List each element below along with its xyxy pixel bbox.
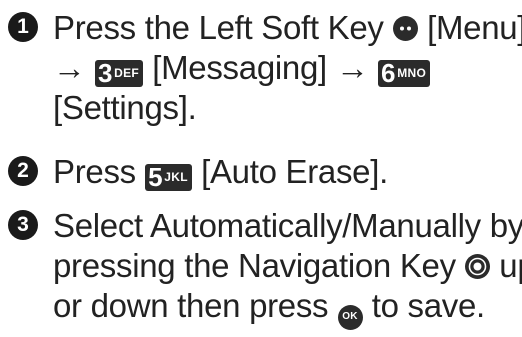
instruction-text: Press the Left Soft Key (53, 9, 384, 46)
key-5-icon: 5 JKL (145, 162, 192, 192)
instruction-text: or down then press (53, 287, 329, 324)
settings-label: [Settings]. (53, 89, 197, 126)
key-digit: 3 (97, 58, 113, 88)
key-digit: 6 (381, 58, 396, 88)
step-line: Select Automatically/Manually by (53, 206, 522, 246)
arrow-icon: → (53, 49, 86, 86)
step-line: Press the Left Soft Key [Menu] (53, 8, 522, 48)
step-line: [Settings]. (53, 88, 520, 128)
instruction-text: pressing the Navigation Key (53, 247, 456, 284)
key-3-icon: 3 DEF (94, 58, 144, 88)
messaging-label: [Messaging] (152, 49, 327, 86)
key-digit: 5 (148, 162, 163, 192)
instruction-text: to save. (371, 287, 485, 324)
step-line: pressing the Navigation Key up (53, 246, 522, 286)
menu-label: [Menu] (427, 9, 522, 46)
step-number: 3 (8, 210, 38, 240)
soft-key-dots-icon (392, 16, 418, 41)
navigation-key-icon (465, 254, 491, 279)
key-6-icon: 6 MNO (378, 58, 431, 88)
step-text: Press the Left Soft Key [Menu] → 3 DEF [Mess… (53, 8, 522, 128)
instruction-text: Select Automatically/Manually by (53, 207, 522, 244)
step-line: or down then press OK to save. (53, 286, 520, 330)
arrow-icon: → (336, 49, 369, 86)
step-line: Press 5 JKL [Auto Erase]. (53, 152, 520, 192)
step-number: 2 (8, 156, 38, 186)
instruction-text: up (499, 247, 522, 284)
instruction-text: Press (53, 153, 136, 190)
ok-key-icon: OK (337, 304, 363, 330)
step-text: Select Automatically/Manually by pressin… (53, 206, 522, 330)
key-letters: DEF (114, 66, 140, 80)
key-letters: MNO (397, 66, 427, 80)
instruction-steps: 1 Press the Left Soft Key [Menu] → 3 DEF [Me… (0, 0, 522, 330)
step-line: → 3 DEF [Messaging] → 6 MNO (53, 48, 520, 88)
key-letters: JKL (164, 170, 188, 184)
step-text: Press 5 JKL [Auto Erase]. (53, 152, 520, 192)
auto-erase-label: [Auto Erase]. (201, 153, 388, 190)
step-number: 1 (8, 12, 38, 42)
